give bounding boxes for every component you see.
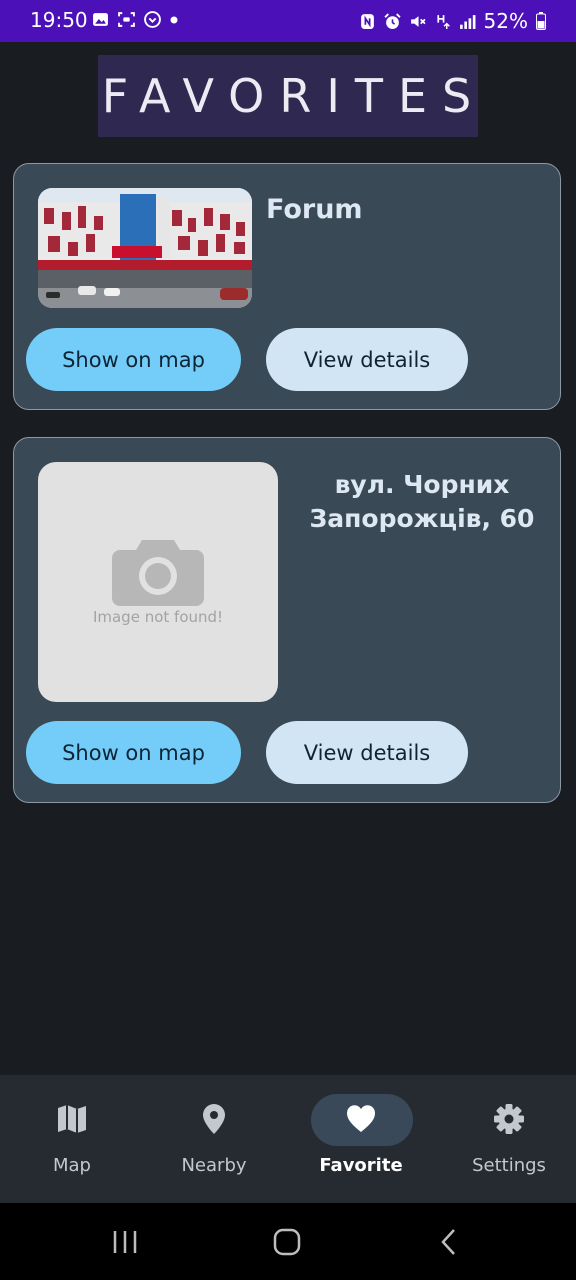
place-name: Forum xyxy=(266,194,363,225)
network-h-icon xyxy=(436,14,450,29)
heart-icon xyxy=(346,1105,376,1132)
home-icon[interactable] xyxy=(270,1225,304,1259)
battery-icon xyxy=(536,12,546,30)
view-details-button[interactable]: View details xyxy=(266,328,468,391)
location-pin-icon xyxy=(203,1104,225,1134)
camera-icon xyxy=(112,540,204,606)
back-icon[interactable] xyxy=(432,1225,466,1259)
system-navigation-bar xyxy=(0,1203,576,1280)
nav-item-favorite[interactable]: Favorite xyxy=(289,1075,433,1203)
show-on-map-button[interactable]: Show on map xyxy=(26,721,241,784)
nav-label-settings: Settings xyxy=(472,1155,546,1176)
image-not-found-text: Image not found! xyxy=(92,608,224,626)
nav-label-nearby: Nearby xyxy=(181,1155,247,1176)
status-time: 19:50 xyxy=(30,8,88,32)
place-name: вул. Чорних Запорожців, 60 xyxy=(309,470,535,533)
nav-label-favorite: Favorite xyxy=(319,1155,403,1176)
gallery-icon xyxy=(93,13,108,26)
favorite-card: Forum Show on map View details xyxy=(13,163,561,410)
view-details-button[interactable]: View details xyxy=(266,721,468,784)
nav-item-nearby[interactable]: Nearby xyxy=(142,1075,286,1203)
alarm-icon xyxy=(383,12,401,29)
show-on-map-button[interactable]: Show on map xyxy=(26,328,241,391)
page-title-box: FAVORITES xyxy=(98,55,478,137)
favorite-card: Image not found! вул. Чорних Запорожців,… xyxy=(13,437,561,803)
nfc-icon xyxy=(360,13,374,29)
mute-icon xyxy=(410,15,426,27)
nav-item-map[interactable]: Map xyxy=(0,1075,144,1203)
status-bar: 19:50 52% xyxy=(0,0,576,42)
screenshot-icon xyxy=(118,12,135,27)
circle-app-icon xyxy=(144,11,161,28)
place-photo[interactable] xyxy=(38,188,252,308)
gear-icon xyxy=(494,1104,524,1134)
page-title: FAVORITES xyxy=(101,69,487,123)
battery-percent: 52% xyxy=(483,9,528,33)
nav-item-settings[interactable]: Settings xyxy=(437,1075,576,1203)
image-placeholder[interactable]: Image not found! xyxy=(38,462,278,702)
dot-icon xyxy=(170,16,178,23)
map-icon xyxy=(58,1105,86,1133)
nav-label-map: Map xyxy=(53,1155,91,1176)
recent-apps-icon[interactable] xyxy=(108,1225,142,1259)
signal-icon xyxy=(459,14,476,29)
building-photo xyxy=(38,188,252,308)
bottom-navigation: Map Nearby Favorite Settings xyxy=(0,1075,576,1203)
